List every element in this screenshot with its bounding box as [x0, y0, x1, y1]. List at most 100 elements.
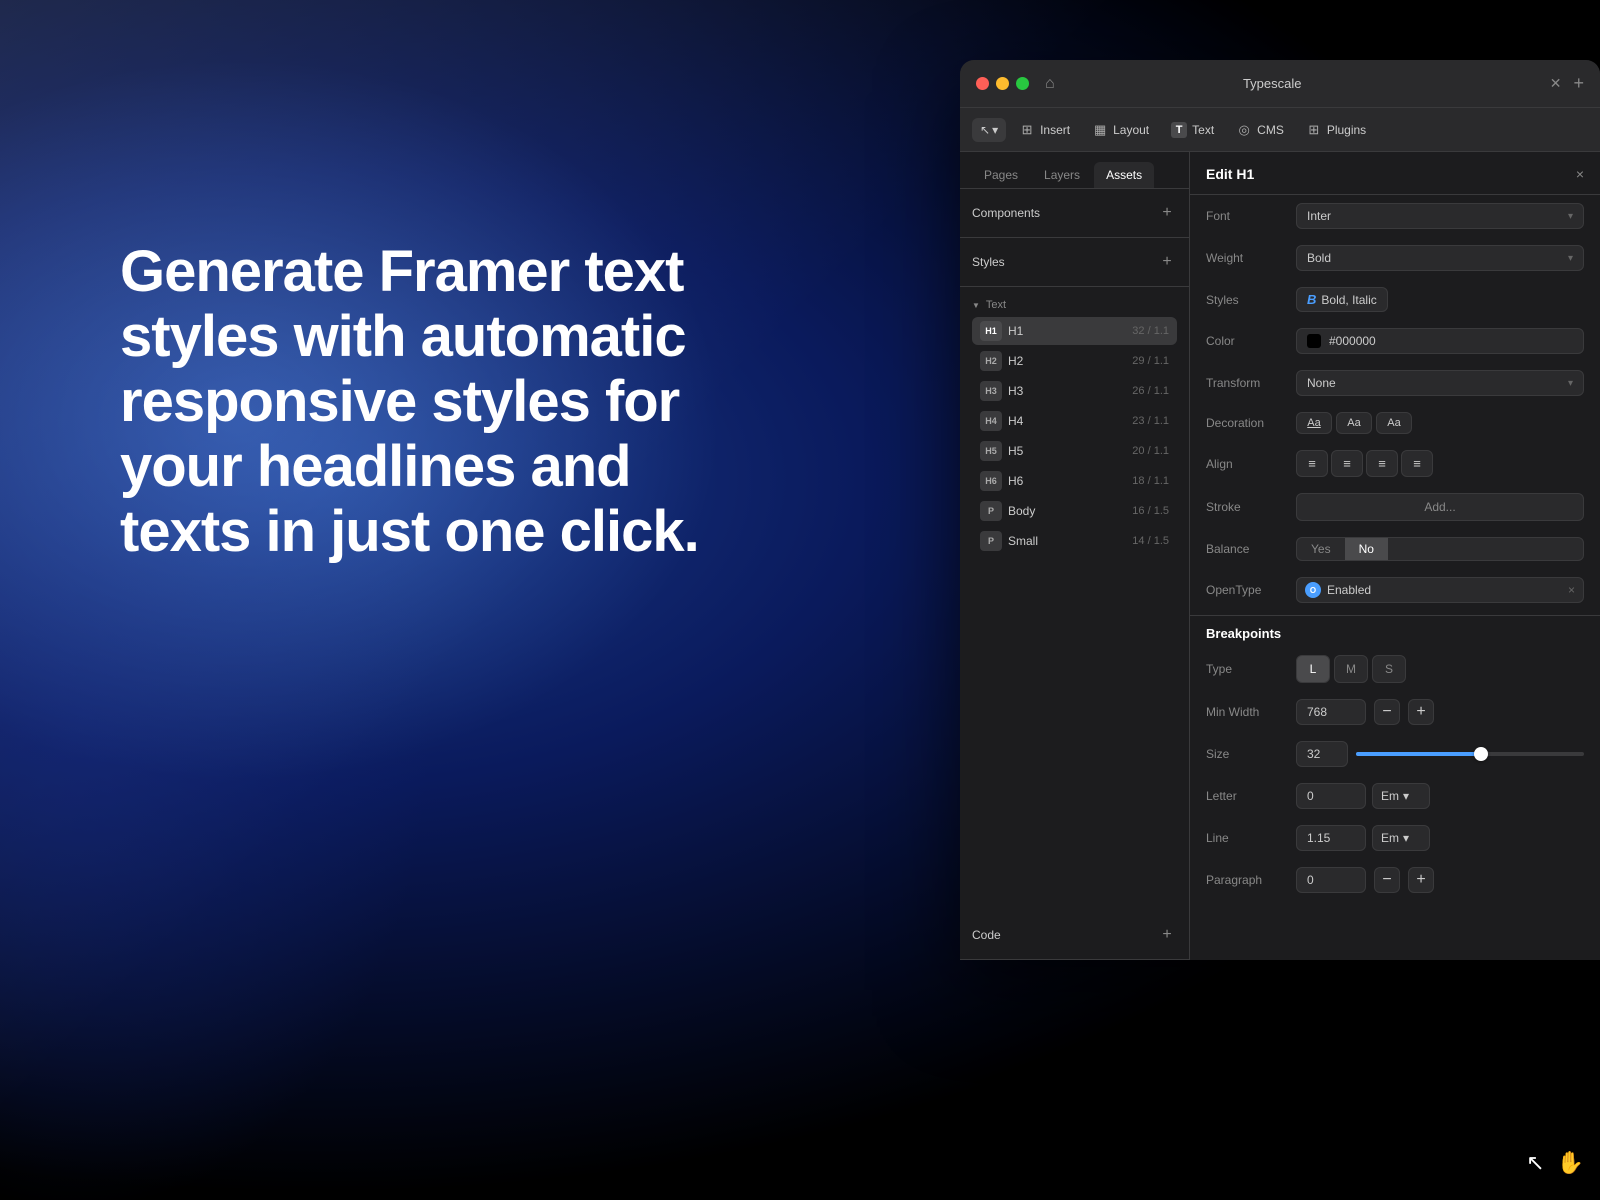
balance-no-button[interactable]: No	[1345, 538, 1388, 560]
opentype-close-button[interactable]: ×	[1568, 583, 1575, 597]
cms-button[interactable]: ◎ CMS	[1227, 117, 1293, 143]
minwidth-input-group: 768 − +	[1296, 699, 1584, 725]
arrow-dropdown-icon: ▾	[992, 123, 998, 137]
font-row: Font Inter ▾	[1190, 195, 1600, 237]
stroke-label: Stroke	[1206, 500, 1296, 514]
transform-select[interactable]: None ▾	[1296, 370, 1584, 396]
stroke-add-button[interactable]: Add...	[1296, 493, 1584, 521]
minwidth-decrement-button[interactable]: −	[1374, 699, 1400, 725]
style-size-small: 14 / 1.5	[1132, 535, 1169, 547]
paragraph-increment-button[interactable]: +	[1408, 867, 1434, 893]
style-badge-body: P	[980, 501, 1002, 521]
layout-button[interactable]: ▦ Layout	[1083, 117, 1158, 143]
group-arrow-icon: ▼	[972, 301, 980, 310]
opentype-tag[interactable]: O Enabled ×	[1296, 577, 1584, 603]
style-item-left-h2: H2 H2	[980, 351, 1023, 371]
stroke-row: Stroke Add...	[1190, 485, 1600, 529]
font-value: Inter	[1307, 209, 1331, 223]
weight-select[interactable]: Bold ▾	[1296, 245, 1584, 271]
hero-text: Generate Framer text styles with automat…	[120, 240, 700, 565]
paragraph-control: 0 − +	[1296, 867, 1584, 893]
align-justify-button[interactable]: ≡	[1401, 450, 1433, 477]
letter-input[interactable]: 0	[1296, 783, 1366, 809]
letter-control: 0 Em ▾	[1296, 783, 1584, 809]
color-control: #000000	[1296, 328, 1584, 354]
decoration-btn-strikethrough[interactable]: Aa	[1336, 412, 1372, 434]
transform-control: None ▾	[1296, 370, 1584, 396]
paragraph-label: Paragraph	[1206, 873, 1296, 887]
text-label: Text	[1192, 123, 1214, 137]
line-unit-arrow: ▾	[1403, 831, 1409, 845]
code-add-button[interactable]: +	[1157, 925, 1177, 945]
style-size-h3: 26 / 1.1	[1132, 385, 1169, 397]
paragraph-decrement-button[interactable]: −	[1374, 867, 1400, 893]
size-input[interactable]: 32	[1296, 741, 1348, 767]
style-badge-h4: H4	[980, 411, 1002, 431]
insert-button[interactable]: ⊞ Insert	[1010, 117, 1079, 143]
style-item-h2[interactable]: H2 H2 29 / 1.1	[972, 347, 1177, 375]
plugins-label: Plugins	[1327, 123, 1366, 137]
cursor-pointer-icon: ↖	[1526, 1150, 1544, 1176]
decoration-btn-none[interactable]: Aa	[1376, 412, 1412, 434]
style-size-h1: 32 / 1.1	[1132, 325, 1169, 337]
style-item-h5[interactable]: H5 H5 20 / 1.1	[972, 437, 1177, 465]
size-slider-track[interactable]	[1356, 752, 1584, 756]
style-item-left-h4: H4 H4	[980, 411, 1023, 431]
style-item-left-h3: H3 H3	[980, 381, 1023, 401]
tab-layers[interactable]: Layers	[1032, 162, 1092, 188]
line-unit-select[interactable]: Em ▾	[1372, 825, 1430, 851]
style-item-left-small: P Small	[980, 531, 1038, 551]
decoration-buttons: Aa Aa Aa	[1296, 412, 1584, 434]
color-picker[interactable]: #000000	[1296, 328, 1584, 354]
align-left-button[interactable]: ≡	[1296, 450, 1328, 477]
styles-add-button[interactable]: +	[1157, 252, 1177, 272]
style-item-h4[interactable]: H4 H4 23 / 1.1	[972, 407, 1177, 435]
type-s-button[interactable]: S	[1372, 655, 1406, 683]
decoration-btn-underline[interactable]: Aa	[1296, 412, 1332, 434]
minwidth-input[interactable]: 768	[1296, 699, 1366, 725]
size-slider-thumb[interactable]	[1474, 747, 1488, 761]
styles-label: Styles	[972, 255, 1005, 269]
styles-tag[interactable]: B Bold, Italic	[1296, 287, 1388, 312]
paragraph-input[interactable]: 0	[1296, 867, 1366, 893]
style-size-h6: 18 / 1.1	[1132, 475, 1169, 487]
style-item-left-body: P Body	[980, 501, 1035, 521]
type-m-button[interactable]: M	[1334, 655, 1368, 683]
add-tab-button[interactable]: +	[1573, 73, 1584, 94]
traffic-light-red[interactable]	[976, 77, 989, 90]
tool-arrow-button[interactable]: ↖ ▾	[972, 118, 1006, 142]
style-item-h3[interactable]: H3 H3 26 / 1.1	[972, 377, 1177, 405]
align-label: Align	[1206, 457, 1296, 471]
components-add-button[interactable]: +	[1157, 203, 1177, 223]
style-group-text[interactable]: ▼ Text	[972, 295, 1177, 317]
tab-assets[interactable]: Assets	[1094, 162, 1154, 188]
align-right-button[interactable]: ≡	[1366, 450, 1398, 477]
tab-pages[interactable]: Pages	[972, 162, 1030, 188]
insert-icon: ⊞	[1019, 122, 1035, 138]
style-item-h1[interactable]: H1 H1 32 / 1.1	[972, 317, 1177, 345]
type-row: Type L M S	[1190, 647, 1600, 691]
style-item-body[interactable]: P Body 16 / 1.5	[972, 497, 1177, 525]
style-item-h6[interactable]: H6 H6 18 / 1.1	[972, 467, 1177, 495]
align-center-button[interactable]: ≡	[1331, 450, 1363, 477]
font-control: Inter ▾	[1296, 203, 1584, 229]
color-row: Color #000000	[1190, 320, 1600, 362]
cms-icon: ◎	[1236, 122, 1252, 138]
letter-unit-select[interactable]: Em ▾	[1372, 783, 1430, 809]
edit-close-button[interactable]: ×	[1576, 166, 1584, 182]
line-label: Line	[1206, 831, 1296, 845]
balance-yes-button[interactable]: Yes	[1297, 538, 1345, 560]
close-tab-icon[interactable]: ✕	[1550, 75, 1562, 92]
type-l-button[interactable]: L	[1296, 655, 1330, 683]
decoration-label: Decoration	[1206, 416, 1296, 430]
font-select[interactable]: Inter ▾	[1296, 203, 1584, 229]
minwidth-increment-button[interactable]: +	[1408, 699, 1434, 725]
line-input[interactable]: 1.15	[1296, 825, 1366, 851]
style-badge-h3: H3	[980, 381, 1002, 401]
style-item-small[interactable]: P Small 14 / 1.5	[972, 527, 1177, 555]
style-badge-h1: H1	[980, 321, 1002, 341]
text-button[interactable]: T Text	[1162, 117, 1223, 143]
minwidth-row: Min Width 768 − +	[1190, 691, 1600, 733]
opentype-control: O Enabled ×	[1296, 577, 1584, 603]
plugins-button[interactable]: ⊞ Plugins	[1297, 117, 1375, 143]
